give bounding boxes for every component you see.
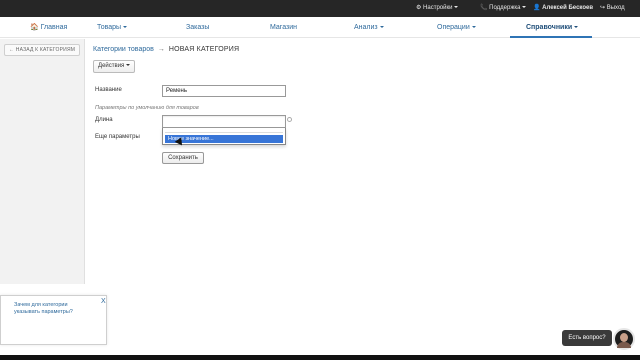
chevron-down-icon <box>123 26 128 29</box>
nav-references[interactable]: Справочники <box>526 23 579 32</box>
nav-operations[interactable]: Операции <box>437 23 476 32</box>
nav-home-label: 🏠 Главная <box>30 24 68 31</box>
back-to-categories-button[interactable]: ← НАЗАД К КАТЕГОРИЯМ <box>4 44 80 56</box>
more-params-link[interactable]: Еще параметры <box>95 133 140 141</box>
nav-references-label: Справочники <box>526 24 573 31</box>
back-button-label: ← НАЗАД К КАТЕГОРИЯМ <box>9 47 76 53</box>
support-menu[interactable]: 📞 Поддержка <box>480 3 527 13</box>
top-bar: ⚙ Настройки 📞 Поддержка 👤 Алексей Беское… <box>0 0 640 17</box>
nav-operations-label: Операции <box>437 24 470 31</box>
nav-orders-label: Заказы <box>186 24 210 31</box>
breadcrumb: Категории товаров → НОВАЯ КАТЕГОРИЯ <box>93 45 239 54</box>
arrow-right-icon: → <box>157 46 165 53</box>
dropdown-search[interactable] <box>165 130 283 133</box>
avatar-shoulders <box>617 342 631 348</box>
nav-analysis-label: Анализ <box>354 24 378 31</box>
nav-home[interactable]: 🏠 Главная <box>30 23 67 32</box>
defaults-hint: Параметры по умолчанию для товаров <box>95 105 199 111</box>
chat-label: Есть вопрос? <box>568 335 606 341</box>
chevron-down-icon <box>471 26 476 29</box>
sidebar <box>0 39 85 284</box>
nav-store-label: Магазин <box>270 24 298 31</box>
support-label: 📞 Поддержка <box>480 5 521 11</box>
help-popup-line2: указывать параметры? <box>14 309 73 315</box>
length-label: Длина <box>95 117 113 123</box>
breadcrumb-categories-link[interactable]: Категории товаров <box>93 46 154 53</box>
help-popup: Зачем для категории указывать параметры?… <box>0 295 107 345</box>
nav-orders[interactable]: Заказы <box>186 23 209 32</box>
user-menu[interactable]: 👤 Алексей Бескоев <box>533 3 593 13</box>
help-popup-line1: Зачем для категории <box>14 302 68 308</box>
chevron-down-icon <box>574 26 579 29</box>
chevron-down-icon <box>126 64 131 67</box>
save-button-label: Сохранить <box>168 155 198 161</box>
avatar-face <box>620 333 628 342</box>
exit-link[interactable]: ↪ Выход <box>600 3 625 13</box>
settings-label: ⚙ Настройки <box>416 5 453 11</box>
nav-goods[interactable]: Товары <box>97 23 128 32</box>
help-popup-link[interactable]: Зачем для категории указывать параметры? <box>14 302 94 316</box>
name-input[interactable]: Ремень <box>162 85 286 97</box>
name-label: Название <box>95 87 122 93</box>
avatar[interactable] <box>613 328 635 350</box>
length-select[interactable] <box>162 115 286 128</box>
nav-store[interactable]: Магазин <box>270 23 297 32</box>
user-name: 👤 Алексей Бескоев <box>533 5 594 11</box>
save-button[interactable]: Сохранить <box>162 152 204 164</box>
close-icon[interactable]: X <box>101 298 106 305</box>
chevron-down-icon <box>454 6 459 9</box>
nav-active-indicator <box>510 36 592 38</box>
actions-label: Действия <box>98 63 125 69</box>
clear-icon[interactable] <box>287 117 292 122</box>
nav-analysis[interactable]: Анализ <box>354 23 384 32</box>
bottom-bar <box>0 355 640 360</box>
settings-menu[interactable]: ⚙ Настройки <box>416 3 459 13</box>
actions-dropdown-button[interactable]: Действия <box>93 60 135 73</box>
chevron-down-icon <box>379 26 384 29</box>
main-nav: 🏠 Главная Товары Заказы Магазин Анализ О… <box>0 17 640 38</box>
chevron-down-icon <box>522 6 527 9</box>
page-title: НОВАЯ КАТЕГОРИЯ <box>168 46 240 53</box>
exit-label: ↪ Выход <box>600 5 625 11</box>
nav-goods-label: Товары <box>97 24 122 31</box>
chat-button[interactable]: Есть вопрос? <box>562 330 612 346</box>
